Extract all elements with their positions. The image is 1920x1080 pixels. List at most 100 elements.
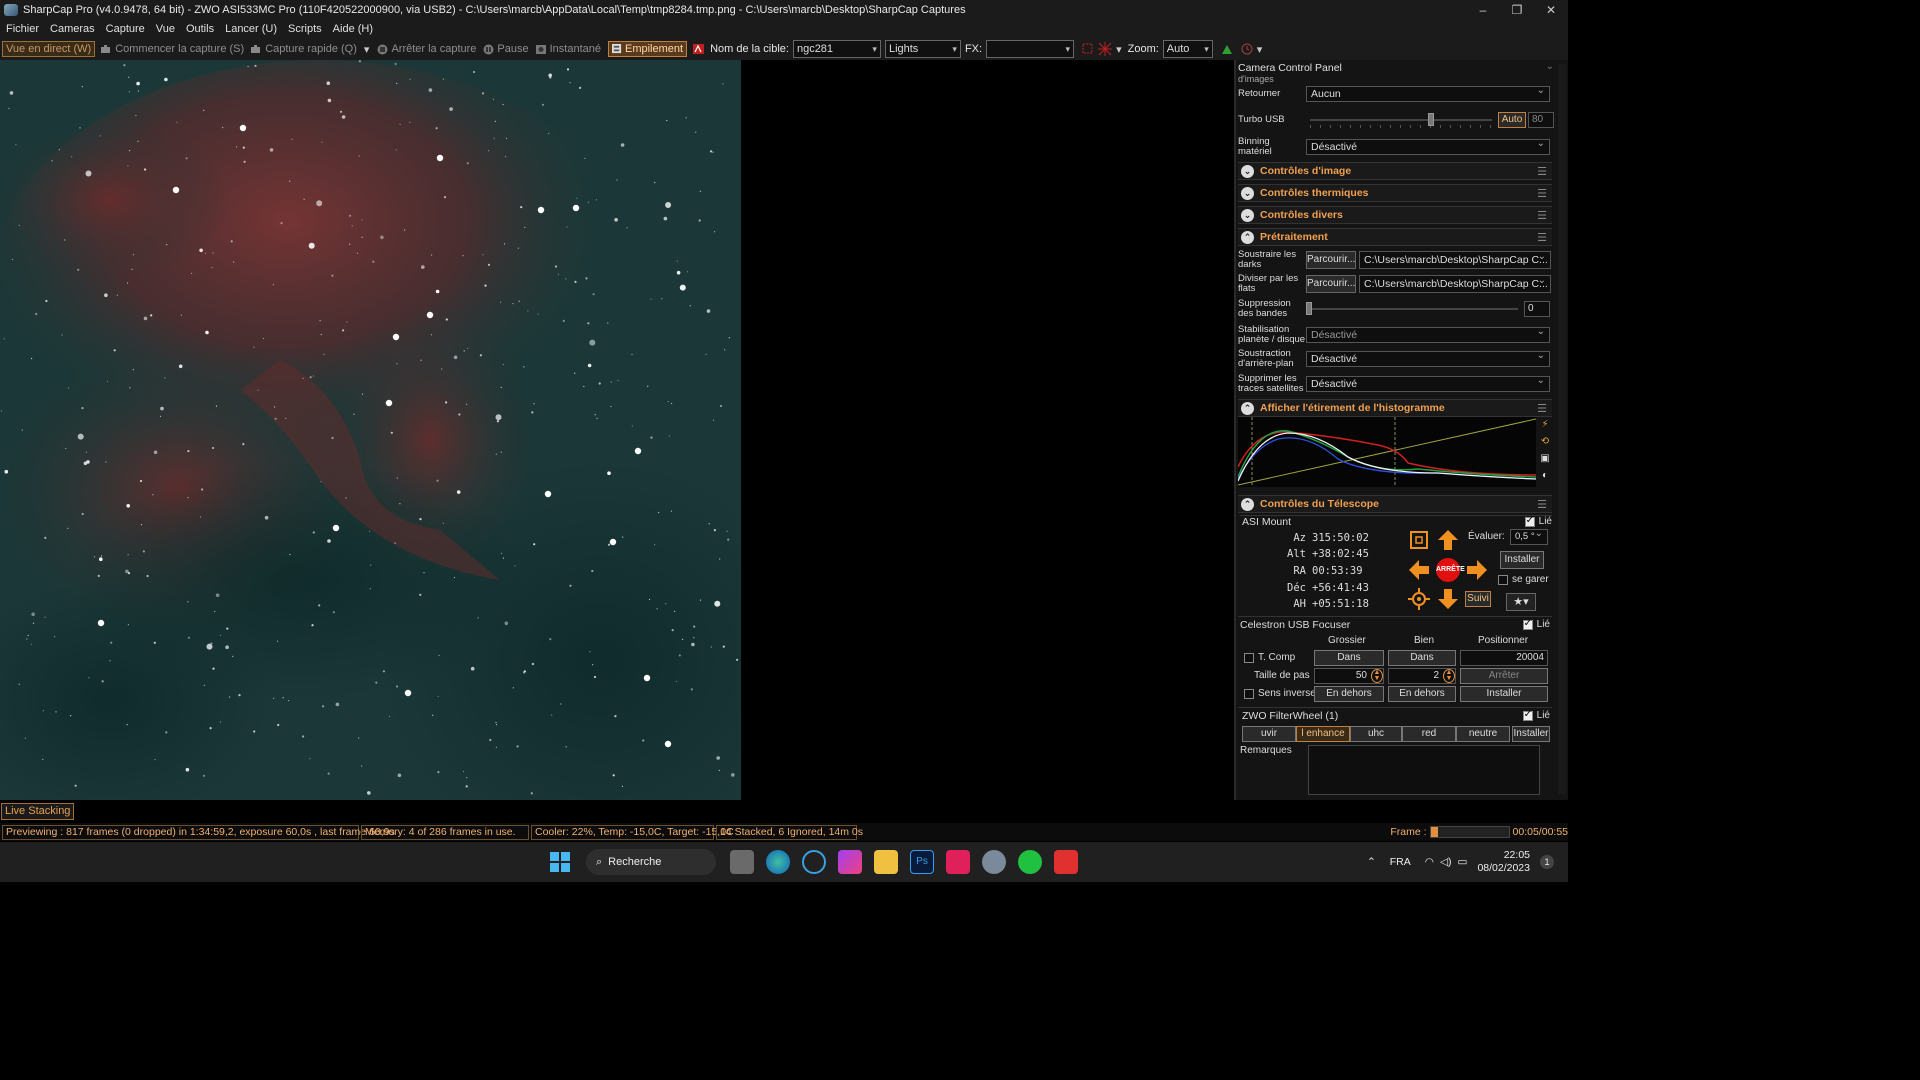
focus-out-fine-button[interactable]: En dehors bbox=[1388, 686, 1456, 702]
stabilisation-select[interactable]: Désactivé bbox=[1306, 325, 1550, 343]
menu-aide[interactable]: Aide (H) bbox=[333, 23, 373, 35]
arrow-up-icon[interactable] bbox=[1436, 528, 1460, 552]
step-coarse-spinner-icon[interactable]: ▲ ▼ bbox=[1371, 669, 1383, 683]
reticle-dropdown[interactable]: ▾ bbox=[1116, 43, 1122, 56]
banding-slider[interactable] bbox=[1306, 302, 1518, 316]
mount-linked-checkbox[interactable]: Lié bbox=[1524, 515, 1552, 527]
reset-icon[interactable]: ⟲ bbox=[1538, 436, 1552, 453]
frame-type-select[interactable]: Lights bbox=[884, 40, 961, 58]
menu-fichier[interactable]: Fichier bbox=[6, 23, 39, 35]
messenger-icon[interactable] bbox=[838, 850, 862, 874]
filterwheel-install-button[interactable]: Installer bbox=[1512, 726, 1550, 742]
filter-red-button[interactable]: red bbox=[1402, 726, 1456, 742]
panel-scrollbar[interactable] bbox=[1558, 64, 1566, 794]
filter-l-enhance-button[interactable]: l enhance bbox=[1296, 726, 1350, 742]
turbo-usb-value[interactable]: 80 bbox=[1528, 112, 1554, 128]
file-explorer-icon[interactable] bbox=[874, 850, 898, 874]
reverse-checkbox[interactable]: Sens inverse bbox=[1244, 688, 1316, 699]
background-subtraction-select[interactable]: Désactivé bbox=[1306, 349, 1550, 367]
contrast-icon[interactable]: ◐ bbox=[1538, 470, 1552, 487]
anydesk-icon[interactable] bbox=[1054, 850, 1078, 874]
live-stacking-tab[interactable]: Live Stacking bbox=[1, 803, 75, 820]
chevron-up-icon[interactable]: ⌃ bbox=[1367, 856, 1376, 868]
section-telescope-controls[interactable]: ⌃ Contrôles du Télescope ☰ bbox=[1238, 495, 1552, 513]
green-app-icon[interactable] bbox=[1018, 850, 1042, 874]
retourner-select[interactable]: Aucun bbox=[1306, 84, 1550, 102]
taskbar-clock[interactable]: 22:05 08/02/2023 bbox=[1477, 849, 1530, 875]
section-menu-icon[interactable]: ☰ bbox=[1537, 498, 1547, 511]
arrow-left-icon[interactable] bbox=[1407, 558, 1431, 582]
focus-position-input[interactable]: 20004 bbox=[1460, 650, 1548, 666]
section-image-controls[interactable]: ⌄ Contrôles d'image ☰ bbox=[1238, 162, 1552, 180]
section-histogram-stretch[interactable]: ⌃ Afficher l'étirement de l'histogramme … bbox=[1238, 399, 1552, 417]
quick-capture-button[interactable]: Capture rapide (Q) bbox=[251, 43, 357, 55]
notification-badge[interactable]: 1 bbox=[1540, 855, 1554, 869]
wifi-icon[interactable]: ◠ bbox=[1425, 856, 1434, 868]
quick-capture-dropdown[interactable]: ▾ bbox=[364, 43, 370, 56]
photoshop-icon[interactable]: Ps bbox=[910, 850, 934, 874]
volume-icon[interactable]: ◁) bbox=[1440, 856, 1452, 868]
focuser-linked-checkbox[interactable]: Lié bbox=[1522, 618, 1550, 630]
step-fine-spinner-icon[interactable]: ▲ ▼ bbox=[1443, 669, 1455, 683]
close-button[interactable]: ✕ bbox=[1534, 0, 1568, 20]
live-view-button[interactable]: Vue en direct (W) bbox=[2, 41, 96, 57]
histogram-icon[interactable] bbox=[1221, 43, 1233, 55]
turbo-usb-slider[interactable] bbox=[1310, 113, 1492, 128]
battery-icon[interactable]: ▭ bbox=[1458, 856, 1468, 868]
star-options-dropdown[interactable]: ★▾ bbox=[1506, 593, 1536, 611]
turbo-auto-button[interactable]: Auto bbox=[1498, 112, 1526, 128]
section-menu-icon[interactable]: ☰ bbox=[1537, 187, 1547, 200]
park-checkbox[interactable]: se garer bbox=[1498, 574, 1549, 585]
language-indicator[interactable]: FRA bbox=[1390, 856, 1411, 868]
section-preprocessing[interactable]: ⌃ Prétraitement ☰ bbox=[1238, 228, 1552, 246]
task-view-icon[interactable] bbox=[730, 850, 754, 874]
section-menu-icon[interactable]: ☰ bbox=[1537, 165, 1547, 178]
menu-capture[interactable]: Capture bbox=[106, 23, 145, 35]
focuser-stop-button[interactable]: Arrêter bbox=[1460, 668, 1548, 684]
focus-in-fine-button[interactable]: Dans bbox=[1388, 650, 1456, 666]
histogram-display[interactable] bbox=[1238, 417, 1536, 487]
arrow-right-icon[interactable] bbox=[1465, 558, 1489, 582]
banding-value[interactable]: 0 bbox=[1524, 301, 1550, 317]
edge-browser-icon[interactable] bbox=[766, 850, 790, 874]
focus-out-coarse-button[interactable]: En dehors bbox=[1314, 686, 1384, 702]
section-menu-icon[interactable]: ☰ bbox=[1537, 209, 1547, 222]
minimize-button[interactable]: – bbox=[1466, 0, 1500, 20]
roi-icon[interactable] bbox=[1082, 43, 1094, 55]
timer-icon[interactable] bbox=[1241, 43, 1253, 55]
notes-textarea[interactable] bbox=[1308, 745, 1540, 795]
windows-start-icon[interactable] bbox=[548, 850, 572, 874]
filter-neutre-button[interactable]: neutre bbox=[1456, 726, 1510, 742]
filterwheel-linked-checkbox[interactable]: Lié bbox=[1522, 709, 1550, 721]
flats-browse-button[interactable]: Parcourir... bbox=[1306, 275, 1356, 293]
target-name-select[interactable]: ngc281 bbox=[792, 40, 881, 58]
start-capture-button[interactable]: Commencer la capture (S) bbox=[101, 43, 244, 55]
taskbar-search[interactable]: ⌕ Recherche bbox=[586, 849, 716, 875]
zoom-select[interactable]: Auto bbox=[1162, 40, 1213, 58]
maximize-button[interactable]: ❐ bbox=[1500, 0, 1534, 20]
tcomp-checkbox[interactable]: T. Comp bbox=[1244, 652, 1295, 663]
section-menu-icon[interactable]: ☰ bbox=[1537, 402, 1547, 415]
section-misc-controls[interactable]: ⌄ Contrôles divers ☰ bbox=[1238, 206, 1552, 224]
focus-in-coarse-button[interactable]: Dans bbox=[1314, 650, 1384, 666]
goto-icon[interactable] bbox=[1407, 528, 1431, 552]
satellite-trails-select[interactable]: Désactivé bbox=[1306, 374, 1550, 392]
menu-cameras[interactable]: Cameras bbox=[50, 23, 95, 35]
filter-uvir-button[interactable]: uvir bbox=[1242, 726, 1296, 742]
darks-browse-button[interactable]: Parcourir... bbox=[1306, 251, 1356, 269]
menu-scripts[interactable]: Scripts bbox=[288, 23, 322, 35]
filter-uhc-button[interactable]: uhc bbox=[1350, 726, 1402, 742]
image-viewport[interactable] bbox=[0, 60, 1232, 802]
binning-select[interactable]: Désactivé bbox=[1306, 137, 1550, 155]
fx-select[interactable] bbox=[986, 40, 1075, 58]
ccleaner-icon[interactable] bbox=[802, 850, 826, 874]
panel-collapse-icon[interactable]: ⌄ bbox=[1546, 61, 1554, 72]
tracking-button[interactable]: Suivi bbox=[1465, 591, 1491, 607]
menu-vue[interactable]: Vue bbox=[156, 23, 175, 35]
mount-stop-button[interactable]: ARRÊTE bbox=[1436, 558, 1465, 582]
arrow-down-icon[interactable] bbox=[1436, 587, 1460, 611]
reticle-icon[interactable] bbox=[1098, 42, 1113, 56]
mount-install-button[interactable]: Installer bbox=[1500, 551, 1544, 569]
stacking-button[interactable]: Empilement bbox=[608, 41, 688, 57]
stop-capture-button[interactable]: Arrêter la capture bbox=[377, 43, 476, 55]
